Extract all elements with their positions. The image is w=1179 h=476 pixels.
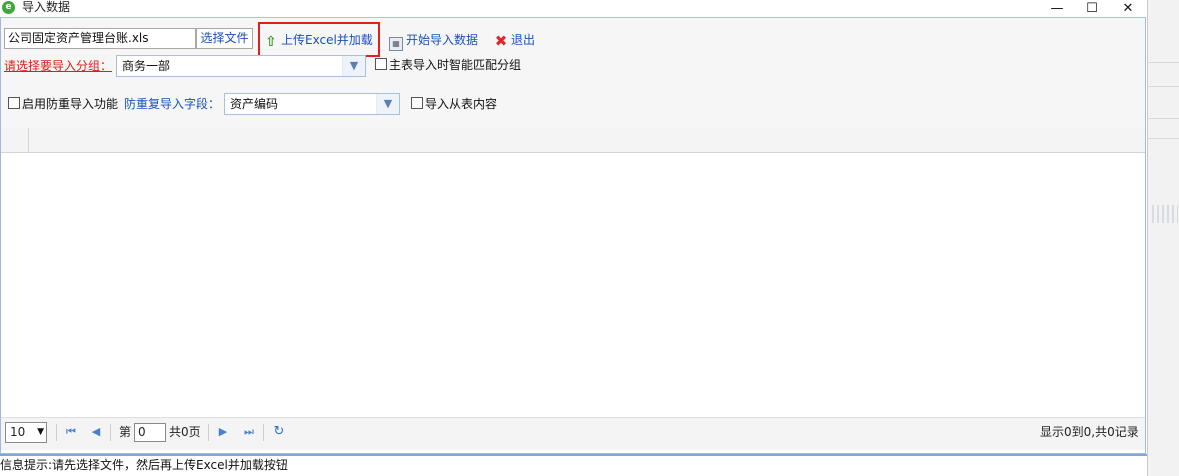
- pager-divider: [56, 424, 57, 441]
- status-message: 信息提示:请先选择文件，然后再上传Excel并加载按钮: [0, 458, 288, 472]
- dedupe-field-value: 资产编码: [230, 97, 279, 111]
- dedupe-field-select[interactable]: 资产编码 ▼: [224, 93, 400, 115]
- next-page-icon[interactable]: ▶: [217, 425, 229, 439]
- pager-divider: [263, 424, 264, 441]
- group-select[interactable]: 商务一部 ▼: [116, 55, 366, 77]
- page-size-value: 10: [10, 425, 26, 439]
- page-number-input[interactable]: 0: [134, 423, 166, 442]
- refresh-icon[interactable]: ↻: [273, 425, 285, 439]
- page-size-select[interactable]: 10 ▼: [5, 422, 47, 443]
- group-label: 请选择要导入分组：: [4, 59, 113, 73]
- start-import-button[interactable]: ▦ 开始导入数据: [389, 31, 479, 51]
- enable-dedupe-label: 启用防重导入功能: [22, 97, 119, 111]
- import-sub-table-label: 导入从表内容: [425, 97, 498, 111]
- background-divider: [1147, 86, 1179, 87]
- page-total: 共0页: [169, 425, 201, 439]
- exit-label: 退出: [511, 33, 536, 47]
- arrow-up-icon: ⇧: [265, 34, 277, 50]
- smart-match-label: 主表导入时智能匹配分组: [389, 58, 522, 72]
- grid-column-divider[interactable]: [28, 128, 29, 152]
- records-summary: 显示0到0,共0记录: [1040, 425, 1139, 439]
- pager-divider: [208, 424, 209, 441]
- minimize-button[interactable]: —: [1042, 0, 1072, 17]
- start-import-label: 开始导入数据: [406, 33, 479, 47]
- import-sub-table-checkbox[interactable]: [411, 97, 423, 109]
- page-prefix: 第: [119, 425, 132, 439]
- first-page-icon[interactable]: ⏮: [65, 425, 77, 439]
- grid-header: [1, 128, 1145, 153]
- exit-button[interactable]: ✖ 退出: [494, 31, 535, 49]
- upload-excel-button[interactable]: ⇧ 上传Excel并加载: [264, 31, 373, 49]
- close-button[interactable]: ✕: [1113, 0, 1143, 17]
- data-grid[interactable]: [1, 153, 1145, 417]
- window-title-bar: [0, 0, 1147, 17]
- background-divider: [1147, 138, 1179, 139]
- maximize-button[interactable]: ☐: [1077, 0, 1107, 17]
- select-file-button[interactable]: 选择文件: [196, 28, 253, 49]
- chevron-down-icon[interactable]: ▼: [376, 94, 399, 114]
- background-divider: [1147, 118, 1179, 119]
- table-grid-icon: ▦: [389, 37, 403, 51]
- background-divider: [1147, 62, 1179, 63]
- chevron-down-icon: ▼: [37, 427, 44, 437]
- file-path-input[interactable]: 公司固定资产管理台账.xls: [4, 28, 196, 49]
- window-title: 导入数据: [22, 0, 71, 14]
- background-grid-fragment: [1152, 205, 1178, 223]
- last-page-icon[interactable]: ⏭: [243, 425, 255, 439]
- group-select-value: 商务一部: [122, 59, 171, 73]
- pager-divider: [110, 424, 111, 441]
- app-e-icon: e: [2, 1, 15, 14]
- background-window-strip: [1147, 0, 1179, 476]
- dedupe-field-label: 防重复导入字段：: [124, 97, 221, 111]
- close-x-icon: ✖: [494, 32, 508, 50]
- upload-excel-label: 上传Excel并加载: [281, 33, 373, 47]
- smart-match-checkbox[interactable]: [375, 58, 387, 70]
- chevron-down-icon[interactable]: ▼: [342, 56, 365, 76]
- prev-page-icon[interactable]: ◀: [90, 425, 102, 439]
- enable-dedupe-checkbox[interactable]: [8, 97, 20, 109]
